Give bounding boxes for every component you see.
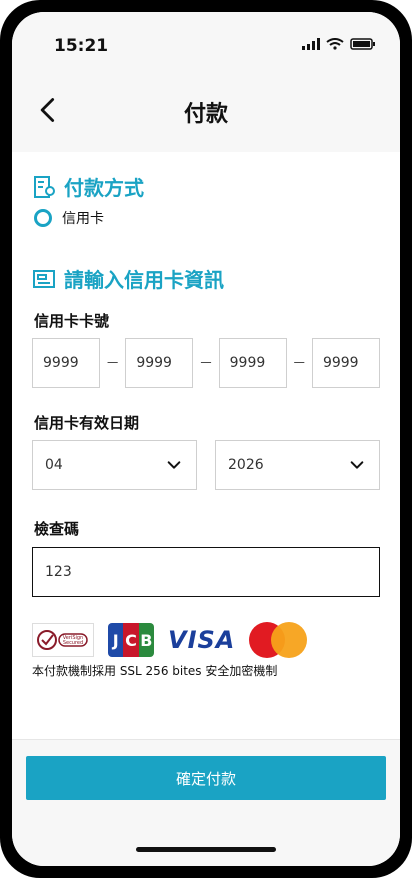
payment-option-credit-card[interactable]: 信用卡 — [34, 208, 104, 228]
card-separator: － — [292, 356, 307, 372]
bottom-action-bar: 確定付款 — [12, 739, 400, 866]
jcb-letter-c: C — [123, 623, 139, 657]
receipt-icon — [34, 175, 55, 198]
status-time: 15:21 — [54, 36, 109, 56]
option-label: 信用卡 — [62, 211, 104, 227]
payment-logos: VeriSign Secured J C B VISA — [32, 620, 308, 660]
svg-text:Secured: Secured — [63, 640, 83, 646]
card-number-part-3[interactable]: 9999 — [218, 338, 287, 388]
page-title: 付款 — [183, 102, 228, 127]
card-number-part-1[interactable]: 9999 — [32, 338, 100, 388]
section-title-text: 請輸入信用卡資訊 — [64, 268, 224, 292]
status-bar: 15:21 — [12, 12, 400, 72]
expiry-month-value: 04 — [45, 457, 63, 473]
verisign-logo: VeriSign Secured — [32, 623, 94, 657]
card-number-label: 信用卡卡號 — [34, 312, 110, 330]
expiry-year-value: 2026 — [228, 457, 264, 473]
section-card-info: 請輸入信用卡資訊 — [32, 264, 224, 293]
device-frame: 15:21 付款 付款方式 信用卡 請輸入信用卡資訊 信用卡卡號 9999 － … — [0, 0, 412, 878]
expiry-label: 信用卡有效日期 — [34, 414, 140, 432]
section-title-text: 付款方式 — [64, 176, 144, 200]
screen: 15:21 付款 付款方式 信用卡 請輸入信用卡資訊 信用卡卡號 9999 － … — [12, 12, 400, 866]
card-form-icon — [33, 269, 55, 288]
section-payment-method: 付款方式 — [32, 172, 144, 201]
chevron-down-icon — [167, 461, 181, 469]
jcb-letter-j: J — [108, 623, 124, 657]
chevron-down-icon — [350, 461, 364, 469]
battery-icon — [350, 38, 375, 50]
cvv-input[interactable]: 123 — [32, 547, 380, 597]
signal-icon — [302, 38, 320, 50]
expiry-year-select[interactable]: 2026 — [215, 440, 380, 490]
card-number-part-4[interactable]: 9999 — [311, 338, 380, 388]
card-separator: － — [198, 356, 213, 372]
expiry-selects: 04 2026 — [32, 440, 380, 492]
radio-selected[interactable] — [34, 209, 52, 227]
card-number-part-2[interactable]: 9999 — [125, 338, 194, 388]
card-number-inputs: 9999 － 9999 － 9999 － 9999 — [32, 337, 380, 389]
ssl-notice: 本付款機制採用 SSL 256 bites 安全加密機制 — [32, 664, 278, 678]
status-icons — [302, 38, 376, 50]
jcb-letter-b: B — [138, 623, 154, 657]
cvv-label: 檢查碼 — [34, 520, 80, 538]
mastercard-logo — [249, 622, 308, 658]
wifi-icon — [326, 38, 344, 50]
visa-logo: VISA — [168, 626, 236, 654]
verisign-icon: VeriSign Secured — [37, 630, 88, 650]
jcb-logo: J C B — [108, 623, 154, 657]
expiry-month-select[interactable]: 04 — [32, 440, 197, 490]
confirm-payment-button[interactable]: 確定付款 — [26, 756, 386, 800]
mastercard-orange-circle — [271, 622, 308, 658]
home-indicator — [136, 847, 276, 852]
card-separator: － — [105, 356, 120, 372]
nav-header: 付款 — [12, 72, 400, 152]
